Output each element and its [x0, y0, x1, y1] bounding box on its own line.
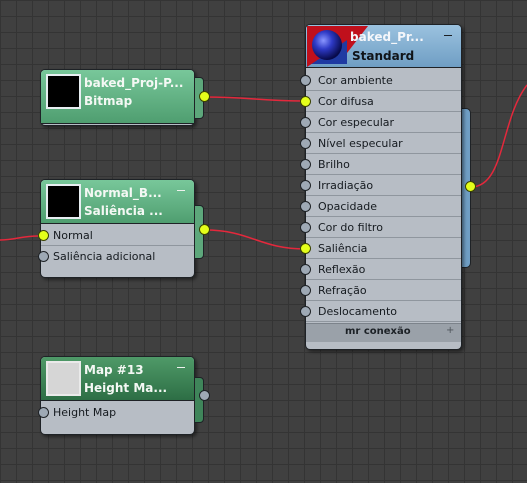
slot-label: Normal [53, 229, 93, 242]
minimize-button[interactable] [177, 190, 185, 191]
expand-icon[interactable]: + [446, 325, 454, 336]
output-socket[interactable] [465, 181, 476, 192]
bitmap-node[interactable]: baked_Proj-P... Bitmap [40, 69, 195, 126]
slot-row[interactable]: Refração [300, 280, 461, 301]
slot-row[interactable]: Cor especular [300, 112, 461, 133]
wire-bump-to-saliencia [204, 229, 306, 250]
slot-row[interactable]: Reflexão [300, 259, 461, 280]
slot-label: Cor difusa [318, 95, 374, 108]
node-header: baked_Proj-P... Bitmap [41, 70, 194, 124]
slot-row[interactable]: Normal [38, 225, 194, 246]
input-socket[interactable] [38, 251, 49, 262]
map-thumbnail [46, 74, 81, 109]
slot-row[interactable]: Irradiação [300, 175, 461, 196]
normal-bump-node[interactable]: Normal_B... Saliência ... Normal Saliênc… [38, 179, 195, 278]
slot-row[interactable]: Brilho [300, 154, 461, 175]
slot-label: Refração [318, 284, 367, 297]
slot-label: Saliência [318, 242, 368, 255]
node-type: Height Ma... [84, 381, 168, 395]
slot-row[interactable]: Opacidade [300, 196, 461, 217]
slot-label: Cor especular [318, 116, 395, 129]
input-socket[interactable] [300, 180, 311, 191]
slot-row[interactable]: Height Map [38, 402, 194, 423]
slot-label: Brilho [318, 158, 350, 171]
node-title: baked_Proj-P... [84, 76, 184, 90]
node-type: Standard [352, 49, 415, 63]
input-socket[interactable] [300, 285, 311, 296]
node-title: Map #13 [84, 363, 144, 377]
node-type: Saliência ... [84, 204, 163, 218]
input-socket[interactable] [300, 222, 311, 233]
input-socket[interactable] [300, 117, 311, 128]
input-socket[interactable] [38, 407, 49, 418]
slot-label: Reflexão [318, 263, 366, 276]
slot-label: Saliência adicional [53, 250, 156, 263]
input-socket[interactable] [300, 159, 311, 170]
output-socket[interactable] [199, 91, 210, 102]
slot-label: Irradiação [318, 179, 374, 192]
output-socket[interactable] [199, 224, 210, 235]
slot-label: Nível especular [318, 137, 403, 150]
node-title: Normal_B... [84, 186, 162, 200]
slot-label: Deslocamento [318, 305, 398, 318]
minimize-button[interactable] [444, 35, 452, 36]
slot-row[interactable]: Cor do filtro [300, 217, 461, 238]
material-node[interactable]: baked_Pr... Standard Cor ambiente Cor di… [300, 24, 462, 350]
slot-row[interactable]: Cor ambiente [300, 70, 461, 91]
slot-label: Cor ambiente [318, 74, 393, 87]
input-socket[interactable] [300, 264, 311, 275]
map-thumbnail [46, 361, 81, 396]
slot-row[interactable]: Cor difusa [300, 91, 461, 112]
node-header: Map #13 Height Ma... [41, 357, 194, 401]
input-socket[interactable] [300, 243, 311, 254]
slot-row[interactable]: Saliência adicional [38, 246, 194, 267]
wire-bitmap-to-diffuse [204, 96, 306, 102]
map-thumbnail [46, 184, 81, 219]
slot-row[interactable]: Saliência [300, 238, 461, 259]
slot-row[interactable]: Deslocamento [300, 301, 461, 322]
input-socket[interactable] [300, 201, 311, 212]
input-socket[interactable] [300, 75, 311, 86]
height-map-node[interactable]: Map #13 Height Ma... Height Map [38, 356, 195, 435]
node-type: Bitmap [84, 94, 133, 108]
node-header: baked_Pr... Standard [306, 25, 461, 68]
wire-material-out [470, 84, 527, 188]
input-socket[interactable] [300, 96, 311, 107]
node-title: baked_Pr... [350, 30, 424, 44]
node-footer[interactable]: mr conexão + [306, 323, 461, 342]
wire-incoming-normal [0, 235, 39, 241]
slot-row[interactable]: Nível especular [300, 133, 461, 154]
footer-label: mr conexão [345, 326, 411, 337]
input-socket[interactable] [300, 138, 311, 149]
slot-label: Opacidade [318, 200, 377, 213]
slot-label: Cor do filtro [318, 221, 383, 234]
slot-label: Height Map [53, 406, 117, 419]
node-header: Normal_B... Saliência ... [41, 180, 194, 224]
minimize-button[interactable] [177, 367, 185, 368]
input-socket[interactable] [300, 306, 311, 317]
input-socket[interactable] [38, 230, 49, 241]
output-socket[interactable] [199, 390, 210, 401]
